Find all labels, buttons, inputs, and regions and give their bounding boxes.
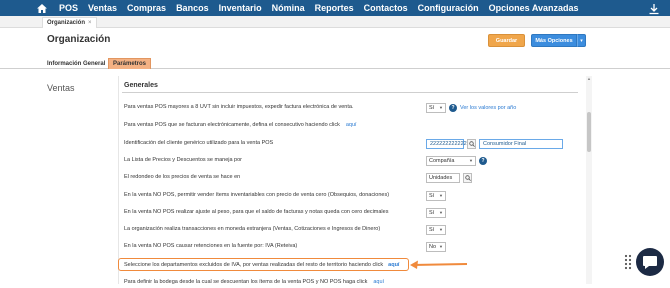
home-icon[interactable] bbox=[34, 0, 50, 16]
scrollbar[interactable]: ▲ bbox=[586, 76, 592, 284]
section-divider bbox=[122, 92, 578, 93]
scrollbar-thumb[interactable] bbox=[587, 112, 591, 152]
menu-item-compras[interactable]: Compras bbox=[122, 3, 171, 13]
setting-label: En la venta NO POS, permitir vender ítem… bbox=[124, 192, 390, 198]
chevron-down-icon: ▼ bbox=[469, 158, 473, 163]
search-icon[interactable] bbox=[467, 138, 476, 149]
select-value: No bbox=[429, 243, 437, 250]
setting-label: El redondeo de los precios de venta se h… bbox=[124, 174, 241, 180]
tab-informacion-general[interactable]: Información General bbox=[43, 58, 109, 69]
setting-row: En la venta NO POS realizar ajuste al pe… bbox=[124, 206, 574, 218]
menu-item-ventas[interactable]: Ventas bbox=[83, 3, 122, 13]
chat-bubble-icon bbox=[643, 255, 657, 269]
setting-control: Sí ▼ bbox=[426, 207, 446, 218]
setting-control: Unidades bbox=[426, 172, 472, 183]
client-id-input[interactable]: 222222222222 bbox=[426, 138, 467, 149]
rounding-input[interactable]: Unidades bbox=[426, 172, 460, 183]
menu-item-inventario[interactable]: Inventario bbox=[214, 3, 267, 13]
setting-row: En la venta NO POS causar retenciones en… bbox=[124, 240, 574, 252]
price-list-select[interactable]: Compañía ▼ bbox=[426, 155, 476, 166]
save-button[interactable]: Guardar bbox=[488, 34, 525, 47]
setting-label: La Lista de Precios y Descuentos se mane… bbox=[124, 157, 243, 163]
setting-control: Sí ▼ bbox=[426, 224, 446, 235]
menu-item-reportes[interactable]: Reportes bbox=[310, 3, 359, 13]
menu-item-contactos[interactable]: Contactos bbox=[359, 3, 413, 13]
aqui-link[interactable]: aquí bbox=[373, 279, 384, 285]
select-value: Sí bbox=[429, 226, 435, 233]
top-navbar: POS Ventas Compras Bancos Inventario Nóm… bbox=[0, 0, 670, 16]
tab-parametros[interactable]: Parámetros bbox=[108, 58, 152, 69]
page-title: Organización bbox=[47, 34, 111, 45]
chevron-down-icon: ▼ bbox=[439, 227, 443, 232]
setting-row: La organización realiza transacciones en… bbox=[124, 223, 574, 235]
main-menu: POS Ventas Compras Bancos Inventario Nóm… bbox=[54, 3, 584, 13]
setting-label: La organización realiza transacciones en… bbox=[124, 226, 381, 232]
search-icon[interactable] bbox=[463, 172, 472, 183]
chevron-down-icon: ▼ bbox=[439, 105, 443, 110]
section-nav-ventas[interactable]: Ventas bbox=[47, 83, 75, 93]
chat-widget-button[interactable] bbox=[636, 248, 664, 276]
tab-label: Organización bbox=[47, 20, 86, 26]
menu-item-opciones-avanzadas[interactable]: Opciones Avanzadas bbox=[484, 3, 584, 13]
setting-control: Sí ▼ ? Ver los valores por año bbox=[426, 102, 516, 113]
menu-item-configuracion[interactable]: Configuración bbox=[413, 3, 484, 13]
more-options-button[interactable]: Más Opciones bbox=[531, 34, 577, 47]
setting-row: El redondeo de los precios de venta se h… bbox=[124, 171, 574, 183]
download-icon[interactable] bbox=[648, 2, 660, 15]
select-value: Compañía bbox=[429, 157, 455, 164]
grip-dots-icon[interactable] bbox=[624, 254, 632, 270]
chevron-down-icon[interactable]: ▾ bbox=[577, 34, 586, 47]
help-icon[interactable]: ? bbox=[479, 156, 487, 165]
foreign-currency-select[interactable]: Sí ▼ bbox=[426, 224, 446, 235]
setting-row: En la venta NO POS, permitir vender ítem… bbox=[124, 189, 574, 201]
setting-row: Para definir la bodega desde la cual se … bbox=[124, 276, 574, 288]
scroll-up-icon[interactable]: ▲ bbox=[587, 76, 591, 81]
menu-item-pos[interactable]: POS bbox=[54, 3, 83, 13]
page-header: Organización Guardar Más Opciones ▾ bbox=[0, 28, 670, 56]
setting-label: Para ventas POS mayores a 8 UVT sin incl… bbox=[124, 104, 354, 110]
aqui-link[interactable]: aquí bbox=[346, 122, 357, 128]
chevron-down-icon: ▼ bbox=[439, 210, 443, 215]
document-tabs: Organización × bbox=[0, 16, 670, 28]
chevron-down-icon: ▼ bbox=[439, 244, 443, 249]
setting-control: Sí ▼ bbox=[426, 190, 446, 201]
arrow-pointer-icon bbox=[410, 260, 468, 269]
setting-row: Para ventas POS que se facturan electrón… bbox=[124, 119, 574, 131]
menu-item-bancos[interactable]: Bancos bbox=[171, 3, 214, 13]
tab-organizacion[interactable]: Organización × bbox=[42, 17, 97, 28]
menu-item-nomina[interactable]: Nómina bbox=[267, 3, 310, 13]
reteiva-select[interactable]: No ▼ bbox=[426, 241, 446, 252]
section-title: Generales bbox=[124, 82, 158, 89]
setting-row: La Lista de Precios y Descuentos se mane… bbox=[124, 154, 574, 166]
client-name-input[interactable]: Consumidor Final bbox=[479, 138, 563, 149]
uvt-select[interactable]: Sí ▼ bbox=[426, 102, 446, 113]
setting-control: 222222222222 Consumidor Final bbox=[426, 138, 563, 149]
select-value: Sí bbox=[429, 192, 435, 199]
peso-adjust-select[interactable]: Sí ▼ bbox=[426, 207, 446, 218]
ver-valores-link[interactable]: Ver los valores por año bbox=[460, 105, 516, 111]
select-value: Sí bbox=[429, 209, 435, 216]
setting-row: Para ventas POS mayores a 8 UVT sin incl… bbox=[124, 101, 574, 113]
help-icon[interactable]: ? bbox=[449, 103, 457, 112]
setting-row: Identificación del cliente genérico util… bbox=[124, 137, 574, 149]
setting-label: En la venta NO POS realizar ajuste al pe… bbox=[124, 209, 389, 215]
setting-control: No ▼ bbox=[426, 241, 446, 252]
close-icon[interactable]: × bbox=[88, 20, 92, 26]
select-value: Sí bbox=[429, 104, 435, 111]
setting-label: En la venta NO POS causar retenciones en… bbox=[124, 243, 298, 249]
setting-label: Para definir la bodega desde la cual se … bbox=[124, 279, 368, 285]
settings-subtabs: Información General Parámetros bbox=[0, 56, 670, 69]
zero-price-select[interactable]: Sí ▼ bbox=[426, 190, 446, 201]
setting-label: Identificación del cliente genérico util… bbox=[124, 140, 274, 146]
chevron-down-icon: ▼ bbox=[439, 193, 443, 198]
setting-label: Para ventas POS que se facturan electrón… bbox=[124, 122, 340, 128]
setting-control: Compañía ▼ ? bbox=[426, 155, 487, 166]
highlight-box bbox=[118, 258, 409, 271]
